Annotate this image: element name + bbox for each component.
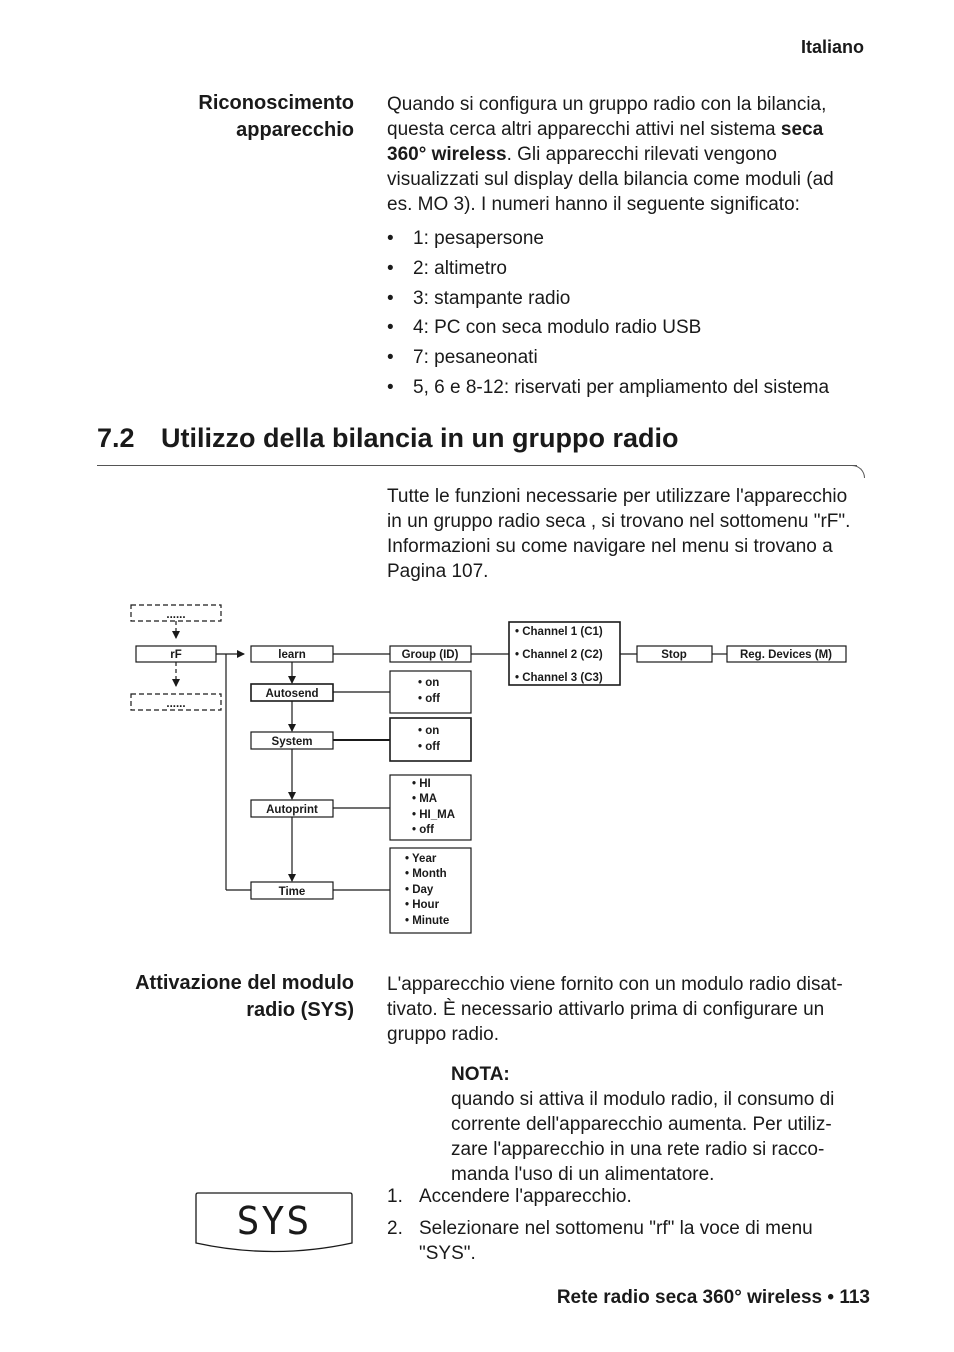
prev-menu-label: ......	[166, 609, 185, 621]
channel-option: • Channel 2 (C2)	[515, 649, 603, 661]
step-item: 2. Selezionare nel sottomenu "rf" la voce…	[387, 1216, 867, 1266]
autoprint-option: • HI	[412, 778, 431, 790]
time-option: • Minute	[405, 915, 449, 927]
channel-option: • Channel 3 (C3)	[515, 672, 603, 684]
system-label: System	[272, 736, 313, 748]
channel-option: • Channel 1 (C1)	[515, 626, 603, 638]
time-option: • Day	[405, 884, 434, 896]
autosend-option: • on	[418, 677, 439, 689]
learn-label: learn	[278, 649, 306, 661]
autosend-option: • off	[418, 693, 440, 705]
activation-paragraph: L'apparecchio viene fornito con un modul…	[387, 974, 843, 1045]
autosend-label: Autosend	[265, 688, 318, 700]
autoprint-option: • MA	[412, 793, 437, 805]
display-text: SYS	[237, 1199, 312, 1243]
stop-label: Stop	[661, 649, 687, 661]
step-item: 1. Accendere l'apparecchio.	[387, 1184, 867, 1209]
step-text: Accendere l'apparecchio.	[419, 1186, 632, 1207]
autoprint-option: • off	[412, 824, 434, 836]
group-id-label: Group (ID)	[402, 649, 459, 661]
system-option: • on	[418, 725, 439, 737]
autoprint-label: Autoprint	[266, 804, 318, 816]
step-text: Selezionare nel sottomenu "rf" la voce d…	[419, 1218, 813, 1264]
system-option: • off	[418, 741, 440, 753]
reg-devices-label: Reg. Devices (M)	[740, 649, 832, 661]
page-footer: Rete radio seca 360° wireless • 113	[556, 1287, 870, 1308]
note-text: quando si attiva il modulo radio, il con…	[451, 1089, 835, 1185]
note-block: NOTA: quando si attiva il modulo radio, …	[451, 1062, 861, 1187]
display-illustration: SYS	[195, 1192, 353, 1253]
time-label: Time	[279, 886, 306, 898]
time-option: • Hour	[405, 899, 440, 911]
activation-heading-line2: radio (SYS)	[246, 999, 354, 1021]
menu-diagram: ...... ...... rF learn Autosend System A…	[130, 604, 847, 934]
time-option: • Year	[405, 853, 437, 865]
time-option: • Month	[405, 868, 447, 880]
steps-list: 1. Accendere l'apparecchio. 2. Selezionare…	[387, 1184, 867, 1273]
next-menu-label: ......	[166, 698, 185, 710]
rf-label: rF	[170, 649, 182, 661]
note-title: NOTA:	[451, 1064, 510, 1085]
activation-heading-line1: Attivazione del modulo	[135, 972, 354, 994]
step-number: 2.	[387, 1218, 403, 1239]
step-number: 1.	[387, 1186, 403, 1207]
autoprint-option: • HI_MA	[412, 809, 455, 821]
activation-heading: Attivazione del modulo radio (SYS)	[135, 970, 354, 1024]
